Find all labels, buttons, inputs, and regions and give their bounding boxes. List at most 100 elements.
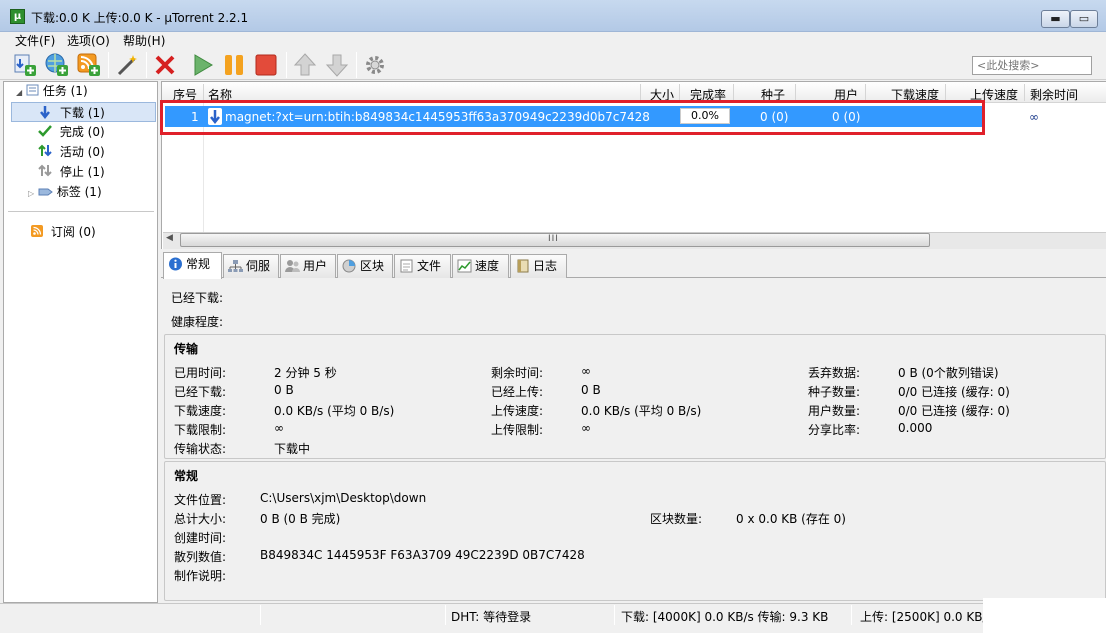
maximize-button[interactable]: ▭ — [1070, 10, 1098, 28]
menu-bar — [0, 32, 1106, 48]
col-divider — [795, 84, 796, 101]
sidebar-item-labels[interactable]: ▷ 标签 (1) — [28, 182, 102, 202]
add-torrent-button[interactable] — [12, 52, 38, 78]
magic-wand-icon — [117, 55, 137, 76]
minimize-button[interactable]: ▬ — [1041, 10, 1070, 28]
start-button[interactable] — [190, 52, 216, 78]
download-status[interactable]: 下载: [4000K] 0.0 KB/s 传输: 9.3 KB — [621, 608, 828, 625]
hash-value: B849834C 1445953F F63A3709 49C2239D 0B7C… — [260, 548, 585, 562]
seeds-label: 种子数量: — [808, 385, 861, 399]
sidebar-item-completed[interactable]: 完成 (0) — [38, 122, 105, 142]
pieces-value: 0 x 0.0 KB (存在 0) — [736, 512, 846, 526]
uploaded-value: 0 B — [581, 383, 601, 397]
col-divider — [679, 84, 680, 101]
dht-status: DHT: 等待登录 — [451, 610, 532, 624]
preferences-button[interactable] — [362, 52, 388, 78]
col-divider — [203, 84, 204, 101]
create-torrent-button[interactable] — [114, 52, 140, 78]
menu-help[interactable]: 帮助(H) — [123, 32, 165, 49]
expand-arrow-icon: ◢ — [16, 88, 23, 97]
menu-file[interactable]: 文件(F) — [15, 32, 55, 49]
tab-general[interactable]: 常规 — [163, 252, 222, 279]
toolbar-separator — [356, 52, 357, 78]
active-arrows-icon — [38, 144, 52, 157]
tab-pieces[interactable]: 区块 — [337, 254, 393, 278]
add-torrent-icon — [14, 54, 36, 76]
col-eta[interactable]: 剩余时间 — [1030, 86, 1078, 103]
window-title: 下载:0.0 K 上传:0.0 K - µTorrent 2.2.1 — [31, 11, 249, 25]
remove-button[interactable] — [152, 52, 178, 78]
tab-label: 速度 — [475, 259, 500, 273]
highlight-annotation-box — [160, 100, 985, 135]
tab-label: 区块 — [360, 259, 385, 273]
total-size-value: 0 B (0 B 完成) — [260, 512, 341, 526]
seeds-value: 0/0 已连接 (缓存: 0) — [898, 385, 1010, 399]
toolbar-separator — [108, 52, 109, 78]
tab-label: 日志 — [533, 259, 558, 273]
sidebar-item-inactive[interactable]: 停止 (1) — [38, 162, 105, 182]
elapsed-value: 2 分钟 5 秒 — [274, 366, 337, 380]
tasks-icon — [26, 84, 39, 96]
search-input[interactable] — [972, 56, 1092, 75]
sidebar-divider — [8, 211, 154, 212]
tab-peers[interactable]: 用户 — [280, 254, 336, 278]
graph-icon — [457, 259, 472, 273]
share-ratio-value: 0.000 — [898, 421, 933, 435]
tab-trackers[interactable]: 伺服 — [223, 254, 279, 278]
add-url-button[interactable] — [44, 52, 70, 78]
play-icon — [194, 54, 213, 76]
col-divider — [733, 84, 734, 101]
status-divider — [851, 605, 852, 625]
download-speed-value: 0.0 KB/s (平均 0 B/s) — [274, 404, 395, 418]
collapse-arrow-icon: ▷ — [28, 189, 35, 198]
col-divider — [865, 84, 866, 101]
gear-icon — [366, 56, 384, 74]
download-arrow-icon — [39, 103, 51, 123]
toolbar-separator — [146, 52, 147, 78]
sidebar-item-downloading[interactable]: 下载 (1) — [11, 102, 156, 122]
tab-label: 文件 — [417, 259, 442, 273]
stop-button[interactable] — [253, 52, 279, 78]
col-divider — [945, 84, 946, 101]
sidebar-item-active[interactable]: 活动 (0) — [38, 142, 105, 162]
network-icon — [228, 260, 243, 272]
wasted-value: 0 B (0个散列错误) — [898, 366, 999, 380]
general-section-title: 常规 — [174, 469, 199, 483]
arrow-down-icon — [325, 54, 349, 77]
upload-status[interactable]: 上传: [2500K] 0.0 KB/ — [860, 608, 987, 625]
add-rss-button[interactable] — [76, 52, 102, 78]
peers-label: 用户数量: — [808, 404, 861, 418]
utorrent-logo-icon: µ — [10, 9, 25, 24]
remaining-value: ∞ — [581, 364, 591, 378]
tab-label: 常规 — [186, 257, 211, 271]
move-down-button[interactable] — [324, 52, 350, 78]
tab-speed[interactable]: 速度 — [452, 254, 509, 278]
sidebar-item-label: 任务 (1) — [42, 84, 88, 98]
downloaded-value: 0 B — [274, 383, 294, 397]
sidebar-item-tasks[interactable]: ◢ 任务 (1) — [16, 81, 88, 101]
log-book-icon — [517, 259, 529, 273]
sidebar-item-label: 下载 (1) — [60, 106, 105, 120]
download-limit-label: 下载限制: — [174, 423, 227, 437]
users-icon — [285, 260, 300, 272]
sidebar-item-label: 订阅 (0) — [50, 225, 96, 239]
sidebar-item-feeds[interactable]: 订阅 (0) — [30, 222, 96, 242]
pause-icon — [225, 55, 243, 75]
move-up-button[interactable] — [292, 52, 318, 78]
tab-label: 伺服 — [246, 259, 271, 273]
remaining-label: 剩余时间: — [491, 366, 544, 380]
scroll-left-arrow-icon[interactable]: ◀ — [166, 233, 173, 243]
menu-options[interactable]: 选项(O) — [67, 32, 110, 49]
pieces-label: 区块数量: — [650, 512, 703, 526]
save-location-value: C:\Users\xjm\Desktop\down — [260, 491, 427, 505]
checkmark-icon — [38, 125, 52, 137]
uploaded-label: 已经上传: — [491, 385, 544, 399]
tab-logger[interactable]: 日志 — [510, 254, 567, 278]
total-size-label: 总计大小: — [174, 512, 227, 526]
downloaded-label: 已经下载: — [174, 385, 227, 399]
tab-files[interactable]: 文件 — [394, 254, 451, 278]
pause-button[interactable] — [222, 52, 248, 78]
save-location-label: 文件位置: — [174, 493, 227, 507]
tab-label: 用户 — [303, 259, 328, 273]
rss-add-icon — [77, 53, 100, 76]
